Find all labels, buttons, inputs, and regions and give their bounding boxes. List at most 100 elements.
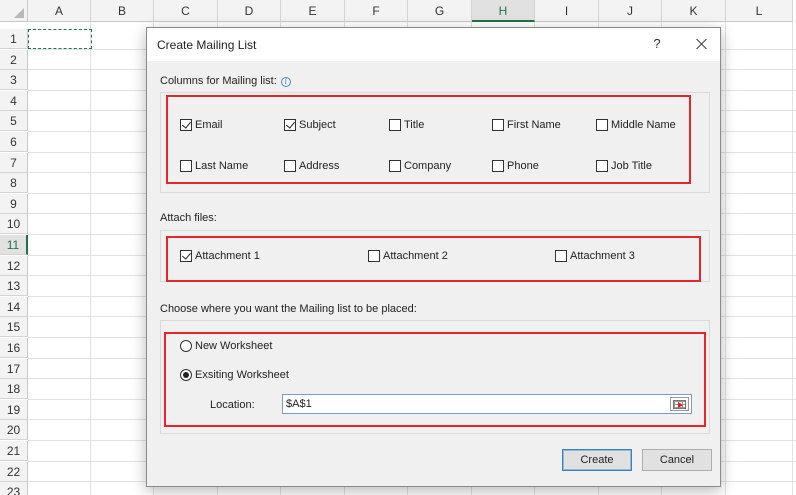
column-header-a[interactable]: A: [28, 0, 91, 22]
checkbox-last-name-label: Last Name: [195, 160, 249, 172]
columns-section-label-text: Columns for Mailing list:: [160, 75, 277, 87]
checkbox-job-title[interactable]: Job Title: [596, 159, 652, 173]
radio-exsiting-worksheet-label: Exsiting Worksheet: [195, 369, 289, 381]
gridline-vertical: [792, 22, 793, 495]
checkbox-icon[interactable]: [492, 119, 504, 131]
gridline-vertical: [90, 22, 91, 495]
checkbox-icon[interactable]: [368, 250, 380, 262]
row-header-21[interactable]: 21: [0, 441, 28, 461]
column-header-f[interactable]: F: [345, 0, 408, 22]
checkbox-attachment-3-label: Attachment 3: [570, 250, 635, 262]
checkbox-attachment-1-label: Attachment 1: [195, 250, 260, 262]
dialog-title: Create Mailing List: [157, 38, 257, 52]
active-cell-a1[interactable]: [28, 29, 92, 49]
checkbox-first-name[interactable]: First Name: [492, 118, 561, 132]
select-all-corner[interactable]: [0, 0, 28, 22]
row-header-8[interactable]: 8: [0, 173, 28, 193]
row-header-2[interactable]: 2: [0, 50, 28, 70]
row-header-4[interactable]: 4: [0, 91, 28, 111]
checkbox-email-label: Email: [195, 119, 223, 131]
location-input[interactable]: [282, 394, 692, 414]
checkbox-icon[interactable]: [284, 119, 296, 131]
checkbox-attachment-2[interactable]: Attachment 2: [368, 249, 448, 263]
row-header-23[interactable]: 23: [0, 482, 28, 495]
checkbox-job-title-label: Job Title: [611, 160, 652, 172]
row-header-18[interactable]: 18: [0, 379, 28, 399]
column-header-j[interactable]: J: [599, 0, 662, 22]
gridline-vertical: [725, 22, 726, 495]
column-header-k[interactable]: K: [662, 0, 726, 22]
checkbox-icon[interactable]: [180, 119, 192, 131]
checkbox-address-label: Address: [299, 160, 340, 172]
checkbox-icon[interactable]: [389, 119, 401, 131]
checkbox-icon[interactable]: [596, 119, 608, 131]
radio-exsiting-worksheet[interactable]: Exsiting Worksheet: [180, 368, 289, 382]
checkbox-icon[interactable]: [596, 160, 608, 172]
column-header-i[interactable]: I: [535, 0, 599, 22]
help-button[interactable]: ?: [647, 34, 667, 54]
row-header-17[interactable]: 17: [0, 359, 28, 379]
radio-icon[interactable]: [180, 369, 192, 381]
row-header-6[interactable]: 6: [0, 132, 28, 152]
checkbox-icon[interactable]: [492, 160, 504, 172]
create-mailing-list-dialog: Create Mailing List ? Columns for Mailin…: [146, 27, 721, 487]
location-label: Location:: [210, 399, 255, 411]
row-header-22[interactable]: 22: [0, 462, 28, 482]
checkbox-middle-name-label: Middle Name: [611, 119, 676, 131]
cancel-button[interactable]: Cancel: [642, 449, 712, 471]
row-header-9[interactable]: 9: [0, 194, 28, 214]
row-header-11[interactable]: 11: [0, 235, 28, 255]
attach-section-label: Attach files:: [160, 212, 217, 224]
radio-new-worksheet-label: New Worksheet: [195, 340, 273, 352]
row-header-12[interactable]: 12: [0, 256, 28, 276]
row-header-1[interactable]: 1: [0, 29, 28, 49]
checkbox-address[interactable]: Address: [284, 159, 339, 173]
radio-icon[interactable]: [180, 340, 192, 352]
column-header-e[interactable]: E: [281, 0, 345, 22]
checkbox-icon[interactable]: [284, 160, 296, 172]
checkbox-company[interactable]: Company: [389, 159, 451, 173]
checkbox-company-label: Company: [404, 160, 452, 172]
checkbox-title[interactable]: Title: [389, 118, 424, 132]
checkbox-last-name[interactable]: Last Name: [180, 159, 248, 173]
checkbox-subject-label: Subject: [299, 119, 336, 131]
column-header-l[interactable]: L: [726, 0, 793, 22]
columns-section-label: Columns for Mailing list: i: [160, 75, 291, 87]
checkbox-phone[interactable]: Phone: [492, 159, 539, 173]
checkbox-attachment-2-label: Attachment 2: [383, 250, 448, 262]
row-header-7[interactable]: 7: [0, 153, 28, 173]
range-select-icon[interactable]: [670, 397, 689, 411]
column-header-b[interactable]: B: [91, 0, 154, 22]
checkbox-phone-label: Phone: [507, 160, 539, 172]
row-header-13[interactable]: 13: [0, 276, 28, 296]
row-header-15[interactable]: 15: [0, 317, 28, 337]
create-button[interactable]: Create: [562, 449, 632, 471]
row-header-3[interactable]: 3: [0, 70, 28, 90]
row-header-20[interactable]: 20: [0, 420, 28, 440]
checkbox-email[interactable]: Email: [180, 118, 223, 132]
row-header-14[interactable]: 14: [0, 297, 28, 317]
column-header-c[interactable]: C: [154, 0, 218, 22]
checkbox-title-label: Title: [404, 119, 425, 131]
column-header-d[interactable]: D: [218, 0, 281, 22]
checkbox-icon[interactable]: [180, 160, 192, 172]
checkbox-icon[interactable]: [180, 250, 192, 262]
dialog-titlebar: Create Mailing List ?: [147, 28, 720, 61]
row-header-19[interactable]: 19: [0, 400, 28, 420]
checkbox-attachment-3[interactable]: Attachment 3: [555, 249, 635, 263]
checkbox-subject[interactable]: Subject: [284, 118, 336, 132]
column-header-h[interactable]: H: [472, 0, 535, 22]
row-header-16[interactable]: 16: [0, 338, 28, 358]
column-header-g[interactable]: G: [408, 0, 472, 22]
checkbox-middle-name[interactable]: Middle Name: [596, 118, 676, 132]
placement-section-label: Choose where you want the Mailing list t…: [160, 303, 417, 315]
radio-new-worksheet[interactable]: New Worksheet: [180, 339, 272, 353]
row-header-10[interactable]: 10: [0, 214, 28, 234]
checkbox-first-name-label: First Name: [507, 119, 561, 131]
close-icon[interactable]: [692, 34, 712, 54]
info-icon[interactable]: i: [280, 77, 291, 87]
checkbox-icon[interactable]: [389, 160, 401, 172]
checkbox-attachment-1[interactable]: Attachment 1: [180, 249, 260, 263]
checkbox-icon[interactable]: [555, 250, 567, 262]
row-header-5[interactable]: 5: [0, 111, 28, 131]
